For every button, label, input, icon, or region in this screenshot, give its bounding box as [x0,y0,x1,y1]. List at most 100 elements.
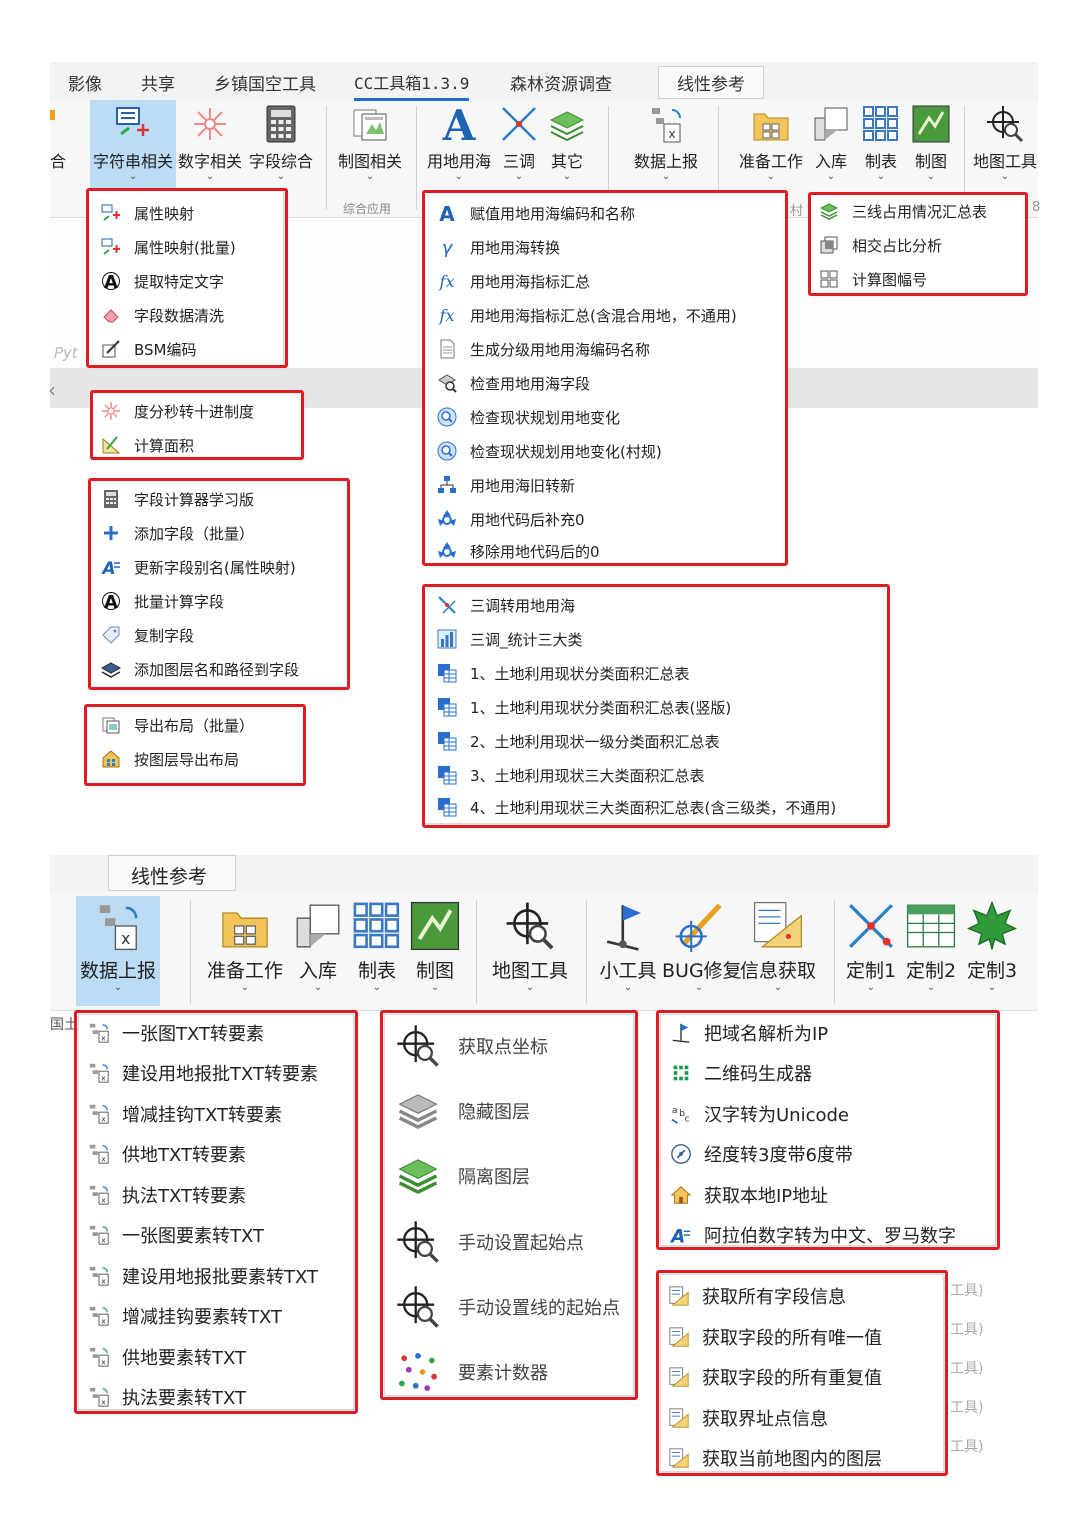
menu-item-copy-field[interactable]: 复制字段 [100,624,194,646]
menu-item-longitude-zone[interactable]: 经度转3度带6度带 [670,1141,853,1167]
b-info-button[interactable]: 信息获取 ⌄ [738,900,818,993]
menu-item-assign-code[interactable]: A 赋值用地用海编码和名称 [436,202,635,224]
tab-cc-toolbox[interactable]: CC工具箱1.3.9 [354,70,470,101]
separator [326,106,327,210]
b-report-button[interactable]: x 数据上报 ⌄ [76,900,160,993]
menu-item-set-start-point[interactable]: 手动设置起始点 [394,1218,584,1266]
menu-item-export-by-layer[interactable]: 按图层导出布局 [100,748,239,770]
menu-item-check-change[interactable]: 检查现状规划用地变化 [436,406,620,428]
menu-item-attr-map-batch[interactable]: 属性映射(批量) [100,236,236,258]
tab-forest-survey[interactable]: 森林资源调查 [510,70,612,95]
menu-item-extract-text[interactable]: A 提取特定文字 [100,270,224,292]
menu-item-txt-to-feature-4[interactable]: x 供地TXT转要素 [88,1141,246,1167]
b-prep-button[interactable]: 准备工作 ⌄ [202,900,288,993]
menu-item-remove-zero[interactable]: 移除用地代码后的0 [436,540,600,562]
menu-item-feature-to-txt-1[interactable]: x 一张图要素转TXT [88,1222,264,1248]
menu-item-txt-to-feature-5[interactable]: x 执法TXT转要素 [88,1182,246,1208]
menu-item-feature-to-txt-5[interactable]: x 执法要素转TXT [88,1384,246,1410]
menu-item-old-to-new[interactable]: 用地用海旧转新 [436,474,575,496]
menu-item-add-field[interactable]: 添加字段（批量） [100,522,254,544]
string-button[interactable]: 字符串相关 ⌄ [90,104,176,182]
menu-item-indicator-sum-mixed[interactable]: fx 用地用海指标汇总(含混合用地，不通用) [436,304,737,326]
carto-button[interactable]: 制图相关 ⌄ [332,104,408,182]
b-custom3-button[interactable]: 定制3 ⌄ [962,900,1022,993]
menu-item-hide-layer[interactable]: 隐藏图层 [394,1087,530,1135]
landuse-button[interactable]: A 用地用海 ⌄ [422,104,496,182]
menu-item-three-lines[interactable]: 三线占用情况汇总表 [818,200,987,222]
menu-item-sheet-number[interactable]: 计算图幅号 [818,268,927,290]
menu-item-feature-to-txt-3[interactable]: x 增减挂钩要素转TXT [88,1303,282,1329]
menu-item-grade-code[interactable]: 生成分级用地用海编码名称 [436,338,650,360]
table-button[interactable]: 制表 ⌄ [856,104,906,182]
menu-item-txt-to-feature-2[interactable]: x 建设用地报批TXT转要素 [88,1060,318,1086]
menu-item-txt-to-feature-1[interactable]: x 一张图TXT转要素 [88,1020,264,1046]
menu-item-isolate-layer[interactable]: 隔离图层 [394,1152,530,1200]
menu-item-attr-map[interactable]: 属性映射 [100,202,194,224]
menu-item-local-ip[interactable]: 获取本地IP地址 [670,1182,828,1208]
tab-share[interactable]: 共享 [141,70,175,95]
tab-linear-reference[interactable]: 线性参考 [658,66,764,99]
prep-button[interactable]: 准备工作 ⌄ [736,104,806,182]
b-import-button[interactable]: 入库 ⌄ [290,900,346,993]
menu-item-calc-area[interactable]: 计算面积 [100,434,194,456]
menu-item-dms[interactable]: 度分秒转十进制度 [100,400,254,422]
menu-item-qr-generator[interactable]: 二维码生成器 [670,1060,812,1086]
menu-item-check-change-village[interactable]: 检查现状规划用地变化(村规) [436,440,662,462]
maptools-button[interactable]: 地图工具 ⌄ [972,104,1038,182]
menu-item-intersect-ratio[interactable]: 相交占比分析 [818,234,942,256]
field-button[interactable]: 字段综合 ⌄ [244,104,318,182]
menu-item-check-field[interactable]: 检查用地用海字段 [436,372,590,394]
tab-imagery[interactable]: 影像 [68,70,102,95]
b-map-button[interactable]: 制图 ⌄ [406,900,464,993]
menu-item-add-layer-path[interactable]: 添加图层名和路径到字段 [100,658,299,680]
menu-item-field-calc[interactable]: 字段计算器学习版 [100,488,254,510]
menu-item-get-point-coord[interactable]: 获取点坐标 [394,1022,548,1070]
menu-item-sandiao-stat[interactable]: 三调_统计三大类 [436,628,583,650]
menu-item-feature-to-txt-4[interactable]: x 供地要素转TXT [88,1344,246,1370]
menu-item-table-4[interactable]: 4、土地利用现状三大类面积汇总表(含三级类，不通用) [436,796,836,818]
menu-item-indicator-sum[interactable]: fx 用地用海指标汇总 [436,270,590,292]
menu-item-sandiao-to-landuse[interactable]: 三调转用地用海 [436,594,575,616]
menu-item-duplicate-values[interactable]: 获取字段的所有重复值 [668,1364,882,1390]
b-maptools-button[interactable]: 地图工具 ⌄ [488,900,572,993]
import-button[interactable]: 入库 ⌄ [808,104,854,182]
map-button[interactable]: 制图 ⌄ [906,104,956,182]
menu-item-table-1[interactable]: 1、土地利用现状分类面积汇总表 [436,662,690,684]
menu-item-unicode[interactable]: abc 汉字转为Unicode [670,1101,849,1127]
menu-item-domain-to-ip[interactable]: 把域名解析为IP [670,1020,828,1046]
left-arrow-fragment[interactable]: ‹ [48,378,56,402]
menu-item-clean-field[interactable]: 字段数据清洗 [100,304,224,326]
menu-item-boundary-points[interactable]: 获取界址点信息 [668,1405,828,1431]
menu-item-current-layers[interactable]: 获取当前地图内的图层 [668,1445,882,1471]
menu-item-bsm[interactable]: BSM编码 [100,338,197,360]
svg-text:x: x [101,1154,106,1163]
menu-item-all-fields-info[interactable]: 获取所有字段信息 [668,1283,846,1309]
menu-item-arabic-numeral[interactable]: A 阿拉伯数字转为中文、罗马数字 [670,1222,956,1248]
b-bugfix-button[interactable]: BUG修复 ⌄ [662,900,742,993]
b-table-button[interactable]: 制表 ⌄ [348,900,406,993]
menu-item-table-2[interactable]: 2、土地利用现状一级分类面积汇总表 [436,730,720,752]
menu-item-export-layout[interactable]: 导出布局（批量） [100,714,254,736]
menu-item-table-3[interactable]: 3、土地利用现状三大类面积汇总表 [436,764,705,786]
menu-item-update-alias[interactable]: A 更新字段别名(属性映射) [100,556,296,578]
menu-item-table-1-vertical[interactable]: 1、土地利用现状分类面积汇总表(竖版) [436,696,731,718]
menu-item-txt-to-feature-3[interactable]: x 增减挂钩TXT转要素 [88,1101,282,1127]
report-button[interactable]: x 数据上报 ⌄ [626,104,706,182]
b-custom1-button[interactable]: 定制1 ⌄ [842,900,900,993]
menu-item-pad-zero[interactable]: 用地代码后补充0 [436,508,585,530]
menu-item-landuse-convert[interactable]: γ 用地用海转换 [436,236,560,258]
number-button[interactable]: 数字相关 ⌄ [176,104,244,182]
other-button[interactable]: 其它 ⌄ [542,104,592,182]
bottom-tab-linear-reference[interactable]: 线性参考 [108,855,236,891]
menu-item-feature-to-txt-2[interactable]: x 建设用地报批要素转TXT [88,1263,318,1289]
menu-item-feature-counter[interactable]: 要素计数器 [394,1348,548,1396]
menu-item-unique-values[interactable]: 获取字段的所有唯一值 [668,1324,882,1350]
b-custom2-button[interactable]: 定制2 ⌄ [902,900,960,993]
b-small-tools-button[interactable]: 小工具 ⌄ [596,900,660,993]
bg-fragment: 工具) [950,1283,984,1299]
sandiao-button[interactable]: 三调 ⌄ [496,104,542,182]
prep-label: 准备工作 [738,152,803,171]
menu-item-batch-calc[interactable]: A 批量计算字段 [100,590,224,612]
tab-township-tools[interactable]: 乡镇国空工具 [214,70,316,95]
menu-item-set-line-start[interactable]: 手动设置线的起始点 [394,1283,620,1331]
